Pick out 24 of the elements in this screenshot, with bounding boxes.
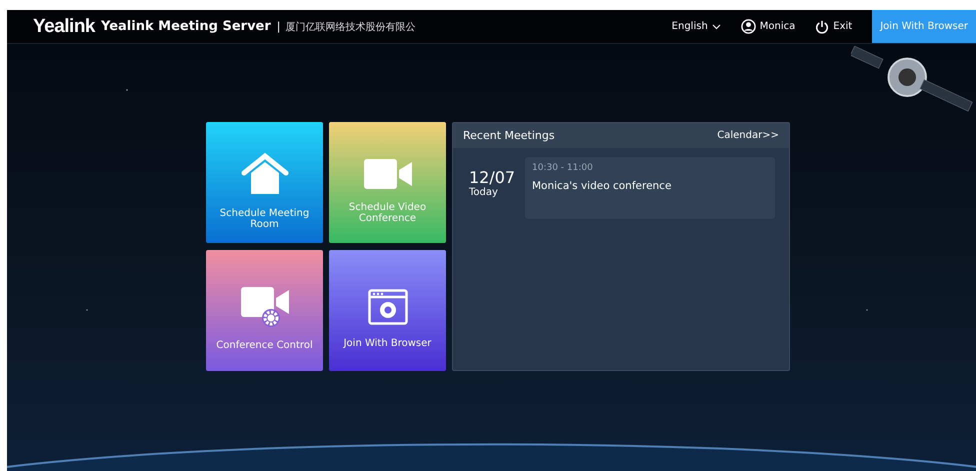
feature-tile[interactable]: Conference Control bbox=[206, 250, 323, 371]
product-name: Yealink Meeting Server bbox=[101, 19, 271, 34]
meeting-time: 10:30 - 11:00 bbox=[532, 163, 594, 173]
feature-tile[interactable]: Join With Browser bbox=[329, 250, 446, 371]
language-dropdown[interactable]: English bbox=[672, 21, 721, 32]
meeting-card[interactable]: 10:30 - 11:00 Monica's video conference bbox=[525, 157, 775, 219]
exit-button[interactable]: Exit bbox=[815, 20, 852, 34]
user-icon bbox=[740, 19, 756, 34]
feature-tile[interactable]: Schedule Meeting Room bbox=[206, 122, 323, 243]
video-camera-icon bbox=[364, 159, 412, 189]
title-separator: | bbox=[276, 20, 280, 33]
user-menu[interactable]: Monica bbox=[740, 19, 796, 34]
house-icon bbox=[240, 153, 288, 195]
day-label: Today bbox=[469, 187, 499, 198]
meeting-date: 12/07 bbox=[469, 168, 516, 187]
calendar-link[interactable]: Calendar>> bbox=[717, 130, 779, 141]
meeting-name: Monica's video conference bbox=[532, 180, 672, 192]
browser-window-icon bbox=[368, 289, 408, 326]
power-icon bbox=[815, 20, 830, 34]
brand-logo: Yealink bbox=[33, 16, 95, 38]
chevron-down-icon bbox=[712, 24, 721, 30]
panel-title: Recent Meetings bbox=[463, 129, 555, 142]
company-name: 厦门亿联网络技术股份有限公 bbox=[286, 20, 416, 34]
video-camera-gear-icon bbox=[240, 287, 288, 328]
